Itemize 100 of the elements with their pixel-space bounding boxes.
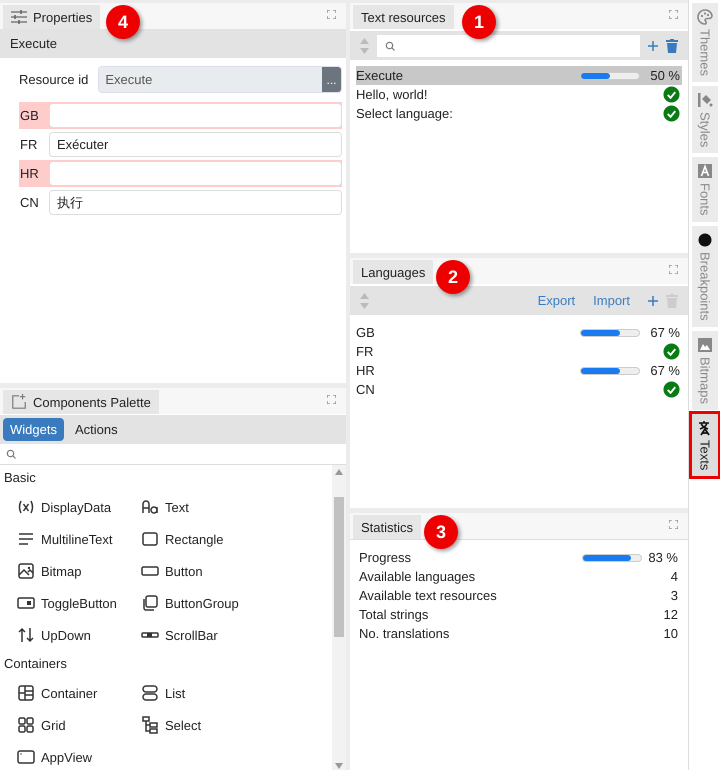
stat-label: No. translations bbox=[359, 626, 450, 641]
language-code: HR bbox=[19, 166, 40, 181]
palette-item[interactable]: Grid bbox=[17, 709, 141, 741]
scrollbar-thumb[interactable] bbox=[334, 497, 344, 637]
plus-icon bbox=[648, 296, 658, 306]
check-icon bbox=[663, 105, 680, 122]
palette-item[interactable]: ScrollBar bbox=[141, 619, 291, 651]
sort-icon[interactable] bbox=[360, 38, 369, 54]
add-component-icon bbox=[11, 394, 27, 410]
resource-row[interactable]: Hello, world! bbox=[356, 85, 682, 104]
maximize-icon[interactable] bbox=[327, 10, 336, 19]
scrollbar[interactable] bbox=[332, 465, 346, 770]
resource-row[interactable]: Select language: bbox=[356, 104, 682, 123]
panel-title: Properties bbox=[33, 10, 92, 24]
translation-field[interactable]: 执行 bbox=[49, 190, 342, 215]
selected-resource-row[interactable]: Execute 50 % bbox=[356, 66, 682, 85]
group-heading: Basic bbox=[3, 469, 37, 487]
palette-item[interactable]: Select bbox=[141, 709, 291, 741]
maximize-icon[interactable] bbox=[669, 265, 678, 274]
font-icon bbox=[141, 498, 159, 516]
stat-value: 3 bbox=[670, 588, 678, 603]
maximize-icon[interactable] bbox=[669, 10, 678, 19]
maximize-icon[interactable] bbox=[669, 520, 678, 529]
palette-tab[interactable]: Actions bbox=[68, 418, 125, 441]
panel-tab[interactable]: Properties bbox=[3, 5, 100, 29]
check-icon bbox=[663, 343, 680, 360]
item-name: CN bbox=[356, 382, 376, 397]
search-field[interactable] bbox=[377, 34, 640, 56]
table-icon bbox=[17, 684, 35, 702]
panel-tab[interactable]: Languages bbox=[353, 260, 434, 284]
translation-field[interactable] bbox=[49, 103, 342, 128]
stat-label: Total strings bbox=[359, 607, 430, 622]
plus-icon bbox=[648, 40, 658, 50]
section-header: Execute bbox=[0, 29, 346, 58]
stat-value: 10 bbox=[664, 626, 678, 641]
scroll-up-icon[interactable] bbox=[335, 469, 343, 475]
stat-value: 83 % bbox=[648, 550, 678, 565]
tree-icon bbox=[141, 716, 159, 734]
search-icon bbox=[385, 40, 395, 50]
palette-item[interactable]: DisplayData bbox=[17, 491, 141, 523]
palette-item[interactable]: ButtonGroup bbox=[141, 587, 291, 619]
rectangle-icon bbox=[141, 530, 159, 548]
panel-title: Languages bbox=[361, 264, 426, 280]
panel-tab[interactable]: Text resources bbox=[353, 5, 454, 29]
browse-button[interactable]: ... bbox=[322, 67, 341, 92]
check-icon bbox=[663, 381, 680, 398]
sliders-icon bbox=[11, 9, 27, 25]
language-row[interactable]: CN bbox=[356, 380, 682, 399]
language-row[interactable]: HR 67 % bbox=[356, 361, 682, 380]
scroll-down-icon[interactable] bbox=[335, 763, 343, 769]
stat-value: 4 bbox=[670, 569, 678, 584]
palette-item[interactable]: Rectangle bbox=[141, 523, 291, 555]
percent-label: 50 % bbox=[649, 68, 680, 83]
palette-item[interactable]: Button bbox=[141, 555, 291, 587]
stat-label: Progress bbox=[359, 550, 412, 565]
stacked-squares-icon bbox=[141, 594, 159, 612]
percent-label: 67 % bbox=[649, 363, 680, 378]
palette-item[interactable]: ToggleButton bbox=[17, 587, 141, 619]
add-button[interactable] bbox=[648, 40, 658, 50]
delete-button[interactable] bbox=[666, 38, 678, 52]
panel-title: Text resources bbox=[361, 10, 446, 24]
search-icon bbox=[6, 449, 16, 459]
palette-item[interactable]: Container bbox=[17, 677, 141, 709]
palette-item[interactable]: Bitmap bbox=[17, 555, 141, 587]
image-icon bbox=[697, 336, 713, 353]
font-icon bbox=[697, 163, 713, 180]
stat-value: 12 bbox=[664, 607, 678, 622]
translation-field[interactable] bbox=[49, 161, 342, 186]
palette-item[interactable]: UpDown bbox=[17, 619, 141, 651]
language-row[interactable]: FR bbox=[356, 342, 682, 361]
percent-label: 67 % bbox=[649, 325, 680, 340]
maximize-icon[interactable] bbox=[327, 395, 336, 404]
resource-id-field[interactable]: Execute ... bbox=[98, 66, 342, 93]
image-icon bbox=[17, 562, 35, 580]
language-code: CN bbox=[19, 195, 40, 210]
item-name: Hello, world! bbox=[356, 87, 429, 102]
sort-icon[interactable] bbox=[360, 292, 369, 308]
palette-item[interactable]: Text bbox=[141, 491, 291, 523]
item-name: FR bbox=[356, 344, 374, 359]
palette-tab[interactable]: Widgets bbox=[3, 418, 64, 441]
variable-icon bbox=[17, 498, 35, 516]
panel-title: Components Palette bbox=[33, 394, 151, 410]
side-tab[interactable]: Texts bbox=[692, 414, 718, 476]
palette-item[interactable]: MultilineText bbox=[17, 523, 141, 555]
stat-label: Available languages bbox=[359, 569, 476, 584]
item-name: Execute bbox=[356, 68, 404, 83]
add-button[interactable] bbox=[648, 296, 658, 306]
trash-icon bbox=[666, 38, 678, 52]
panel-tab[interactable]: Components Palette bbox=[3, 390, 159, 414]
grid-icon bbox=[17, 716, 35, 734]
check-icon bbox=[663, 86, 680, 103]
stat-label: Available text resources bbox=[359, 588, 498, 603]
language-code: FR bbox=[19, 137, 38, 152]
panel-tab[interactable]: Statistics bbox=[353, 515, 422, 539]
translation-field[interactable]: Exécuter bbox=[49, 132, 342, 157]
item-name: Select language: bbox=[356, 106, 454, 121]
palette-item[interactable]: List bbox=[141, 677, 291, 709]
language-row[interactable]: GB 67 % bbox=[356, 323, 682, 342]
group-heading: Containers bbox=[3, 655, 68, 673]
palette-item[interactable]: AppView bbox=[17, 741, 141, 770]
